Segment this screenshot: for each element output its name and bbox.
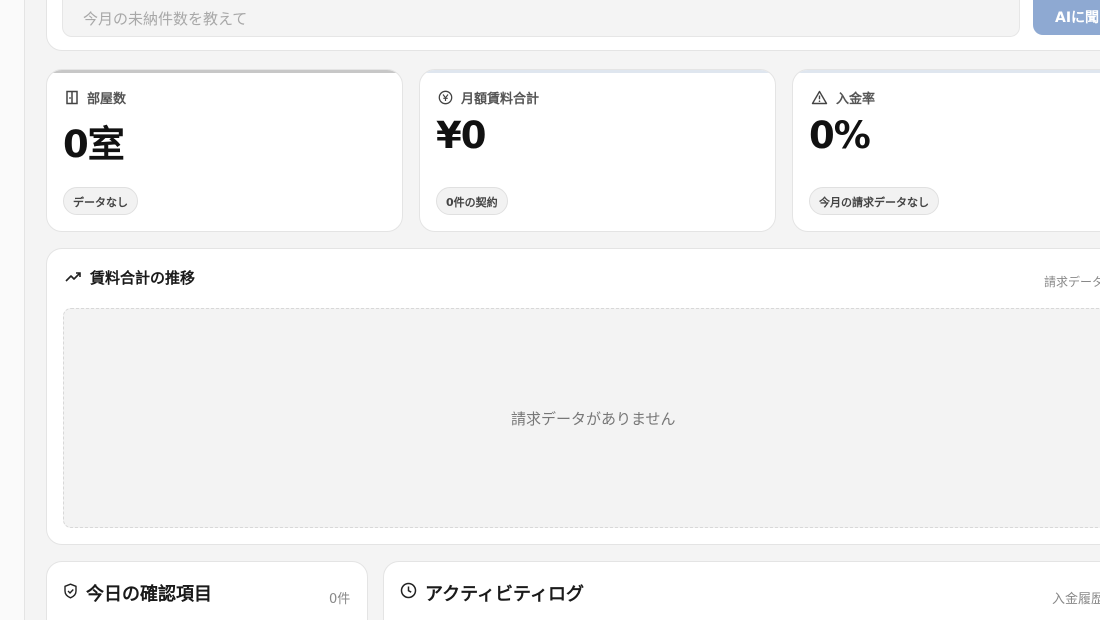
rent-trend-card: 賃料合計の推移 請求データ 請求データがありません — [46, 248, 1100, 545]
card-title-text: 今日の確認項目 — [86, 584, 212, 605]
stat-header: 月額賃料合計 — [438, 88, 539, 107]
door-icon — [65, 90, 79, 105]
trend-up-icon — [65, 269, 82, 287]
stat-header: 部屋数 — [65, 88, 126, 107]
status-badge: 0件の契約 — [436, 187, 508, 215]
chart-meta: 請求データ — [1044, 275, 1100, 289]
clock-icon — [400, 582, 417, 604]
stat-header: 入金率 — [811, 88, 875, 107]
chart-empty-state: 請求データがありません — [63, 308, 1100, 528]
stat-card-rooms: 部屋数 0室 データなし — [46, 69, 403, 232]
card-accent-line — [420, 70, 775, 73]
shield-check-icon — [63, 583, 78, 604]
stat-title: 部屋数 — [87, 92, 127, 107]
card-accent-line — [47, 70, 402, 73]
card-title: アクティビティログ — [400, 580, 584, 606]
activity-log-card: アクティビティログ 入金履歴 — [383, 561, 1100, 620]
sidebar — [0, 0, 25, 620]
status-badge: データなし — [63, 187, 138, 215]
yen-circle-icon — [438, 90, 453, 105]
warning-triangle-icon — [811, 90, 828, 105]
ai-ask-card: 今月の未納件数を教えて AIに聞 — [46, 0, 1100, 51]
stat-value: 0% — [809, 114, 871, 157]
status-badge: 今月の請求データなし — [809, 187, 939, 215]
today-checklist-card: 今日の確認項目 0件 — [46, 561, 368, 620]
empty-message: 請求データがありません — [511, 410, 676, 428]
stat-title: 入金率 — [836, 92, 876, 107]
stat-card-monthly-rent: 月額賃料合計 ¥0 0件の契約 — [419, 69, 776, 232]
stat-title: 月額賃料合計 — [461, 92, 540, 107]
ai-ask-button[interactable]: AIに聞 — [1033, 0, 1100, 35]
chart-title-text: 賃料合計の推移 — [90, 269, 196, 287]
ai-question-input[interactable]: 今月の未納件数を教えて — [62, 0, 1020, 37]
stat-card-payment-rate: 入金率 0% 今月の請求データなし — [792, 69, 1100, 232]
card-title-text: アクティビティログ — [425, 584, 584, 605]
stat-value: ¥0 — [436, 114, 486, 157]
item-count: 0件 — [329, 592, 351, 607]
activity-meta: 入金履歴 — [1052, 592, 1100, 607]
card-accent-line — [793, 70, 1100, 73]
card-title: 今日の確認項目 — [63, 580, 212, 606]
chart-title: 賃料合計の推移 — [65, 267, 195, 288]
stat-value: 0室 — [63, 123, 125, 166]
